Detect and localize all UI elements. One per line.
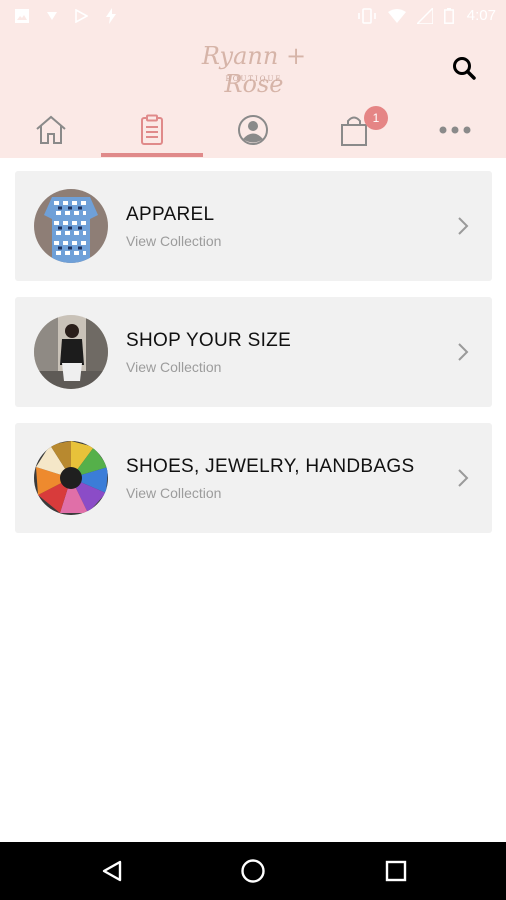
collection-title: SHOES, JEWELRY, HANDBAGS [126,456,415,477]
status-time: 4:07 [466,7,496,24]
chevron-right-icon [458,469,469,487]
shoes-jewelry-handbags-thumbnail [34,441,108,515]
tab-account[interactable] [202,102,303,158]
logo-subtitle: BOUTIQUE [225,75,283,83]
active-tab-indicator [101,153,203,157]
boutique-logo: Ryann + Rose BOUTIQUE [188,42,320,98]
collection-card-apparel[interactable]: APPAREL View Collection [15,171,492,281]
search-icon[interactable] [450,54,478,82]
collection-subtitle: View Collection [126,485,222,501]
shop-your-size-thumbnail [34,315,108,389]
tab-home[interactable] [0,102,101,158]
tab-collections[interactable] [101,102,202,158]
more-icon [439,126,471,134]
logo-script-text: Ryann + Rose [201,42,307,98]
home-button-icon[interactable] [240,858,266,884]
collection-title: APPAREL [126,204,215,225]
account-icon [238,115,268,145]
download-notification-icon [47,12,57,20]
battery-icon [444,8,454,24]
status-bar: 4:07 [0,0,506,32]
collection-subtitle: View Collection [126,233,222,249]
system-navigation-bar [0,842,506,900]
vibrate-icon [358,8,376,24]
tab-bar [0,102,506,158]
collection-card-shoes-jewelry-handbags[interactable]: SHOES, JEWELRY, HANDBAGS View Collection [15,423,492,533]
chevron-right-icon [458,343,469,361]
collection-subtitle: View Collection [126,359,222,375]
collection-title: SHOP YOUR SIZE [126,330,292,351]
cart-count-badge: 1 [364,106,388,130]
image-notification-icon [15,9,29,23]
app-header: Ryann + Rose BOUTIQUE 1 [0,32,506,158]
flash-notification-icon [106,8,116,24]
collection-card-shop-your-size[interactable]: SHOP YOUR SIZE View Collection [15,297,492,407]
play-store-notification-icon [75,9,88,23]
home-icon [36,115,66,144]
chevron-right-icon [458,217,469,235]
signal-icon [417,8,433,24]
wifi-icon [388,9,406,23]
recents-icon[interactable] [385,860,407,882]
back-icon[interactable] [100,859,124,883]
apparel-thumbnail [34,189,108,263]
tab-more[interactable] [404,102,505,158]
tab-cart[interactable] [303,102,404,158]
clipboard-icon [141,114,163,145]
